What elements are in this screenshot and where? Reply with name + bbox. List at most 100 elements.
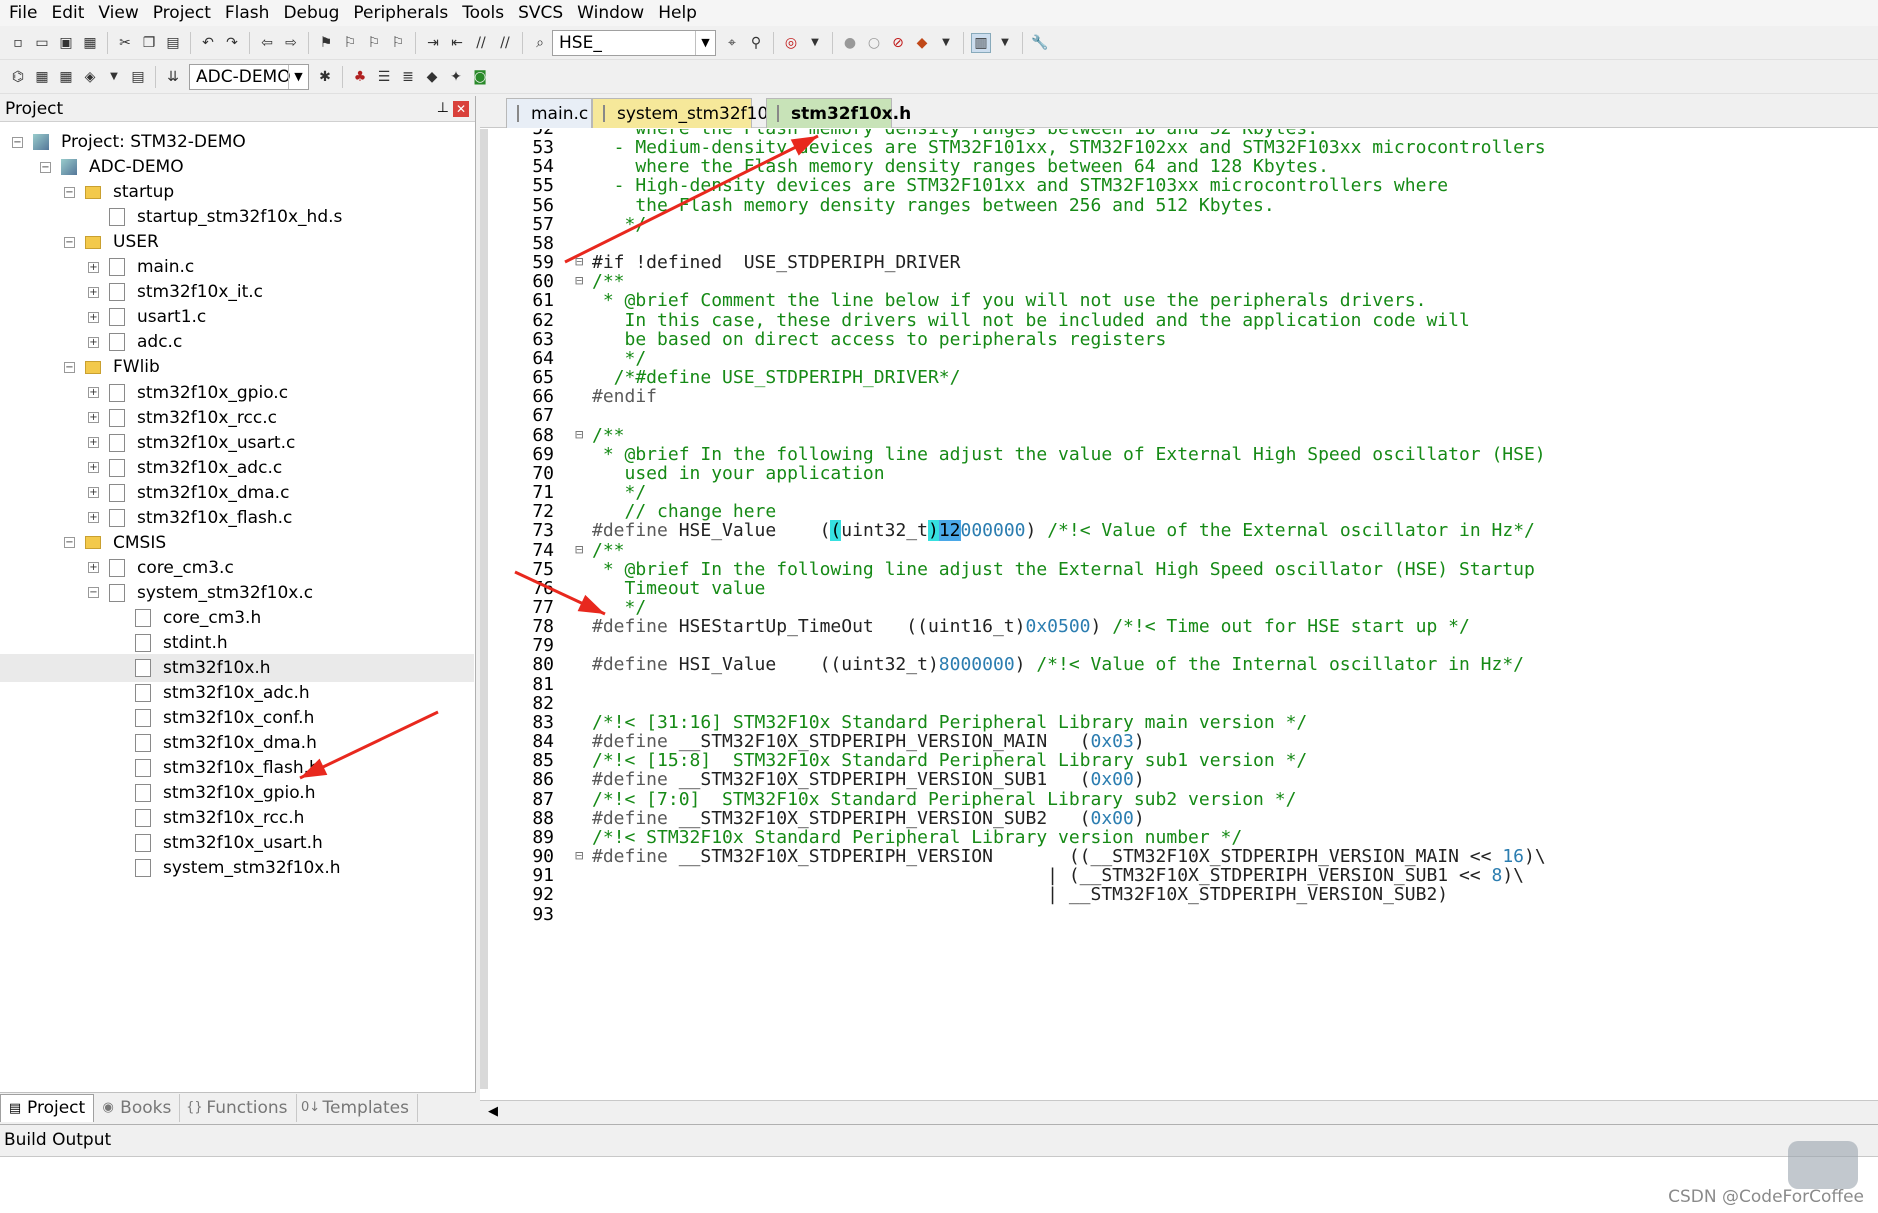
undo-icon[interactable]: ↶ [198, 33, 218, 53]
menu-peripherals[interactable]: Peripherals [348, 0, 457, 26]
target-combo[interactable]: ADC-DEMO ▼ [189, 63, 309, 90]
collapse-icon[interactable]: − [64, 186, 75, 198]
save-icon[interactable]: ▣ [56, 33, 76, 53]
collapse-icon[interactable]: − [64, 361, 75, 373]
open-file-icon[interactable]: ▭ [32, 33, 52, 53]
collapse-icon[interactable]: − [88, 587, 99, 599]
menu-svcs[interactable]: SVCS [513, 0, 572, 26]
menu-help[interactable]: Help [653, 0, 706, 26]
tree-item[interactable]: stm32f10x_dma.h [114, 729, 317, 757]
expand-icon[interactable]: + [88, 412, 99, 424]
kill-breakpoints-icon[interactable]: ⊘ [888, 33, 908, 53]
pack-installer-icon[interactable]: ≣ [398, 67, 418, 87]
expand-icon[interactable]: + [88, 261, 99, 273]
translate-icon[interactable]: ⌬ [8, 67, 28, 87]
tree-item[interactable]: − FWlib [64, 353, 160, 381]
tree-item[interactable]: stm32f10x_flash.h [114, 754, 320, 782]
tree-item[interactable]: − USER [64, 228, 159, 256]
chevron-down-icon[interactable]: ▼ [995, 33, 1015, 53]
download-icon[interactable]: ▤ [128, 67, 148, 87]
collapse-icon[interactable]: − [12, 136, 23, 148]
tree-item[interactable]: + stm32f10x_flash.c [88, 504, 292, 532]
tree-item[interactable]: stm32f10x_rcc.h [114, 804, 304, 832]
menu-debug[interactable]: Debug [278, 0, 348, 26]
unindent-icon[interactable]: ⇤ [447, 33, 467, 53]
prev-bookmark-icon[interactable]: ⚐ [340, 33, 360, 53]
tree-item[interactable]: + core_cm3.c [88, 554, 234, 582]
comment-icon[interactable]: // [471, 33, 491, 53]
tree-item[interactable]: + stm32f10x_usart.c [88, 429, 295, 457]
build-output-pane[interactable]: CSDN @CodeForCoffee [0, 1141, 1878, 1213]
bookmark-icon[interactable]: ⚑ [316, 33, 336, 53]
editor-tab[interactable]: stm32f10x.h [766, 98, 911, 128]
find-combo[interactable]: HSE_ ▼ [552, 29, 716, 56]
expand-icon[interactable]: + [88, 286, 99, 298]
tree-item[interactable]: + usart1.c [88, 303, 206, 331]
tree-item[interactable]: stm32f10x_gpio.h [114, 779, 315, 807]
expand-icon[interactable]: + [88, 562, 99, 574]
tree-item[interactable]: + main.c [88, 253, 194, 281]
target-options-icon[interactable]: ✱ [315, 67, 335, 87]
menu-view[interactable]: View [93, 0, 147, 26]
copy-icon[interactable]: ❐ [139, 33, 159, 53]
tree-item[interactable]: stdint.h [114, 629, 228, 657]
chevron-down-icon[interactable]: ▼ [805, 33, 825, 53]
tab-functions[interactable]: {} Functions [180, 1093, 297, 1122]
menu-file[interactable]: File [4, 0, 46, 26]
close-icon[interactable]: ✕ [453, 101, 469, 117]
expand-icon[interactable]: + [88, 512, 99, 524]
select-packs-icon[interactable]: ◆ [422, 67, 442, 87]
expand-icon[interactable]: + [88, 462, 99, 474]
tree-item[interactable]: − system_stm32f10x.c [88, 579, 313, 607]
find-icon[interactable]: ⚲ [746, 33, 766, 53]
expand-icon[interactable]: + [88, 387, 99, 398]
collapse-icon[interactable]: − [64, 236, 75, 248]
tree-item[interactable]: stm32f10x_adc.h [114, 679, 310, 707]
chevron-down-icon[interactable]: ▼ [936, 33, 956, 53]
tree-item[interactable]: core_cm3.h [114, 604, 261, 632]
expand-icon[interactable]: + [88, 311, 99, 323]
menu-flash[interactable]: Flash [220, 0, 279, 26]
debug-session-icon[interactable]: ◎ [781, 33, 801, 53]
tree-item[interactable]: system_stm32f10x.h [114, 854, 341, 882]
editor-tab[interactable]: system_stm32f10x.c [592, 98, 793, 128]
expand-icon[interactable]: + [88, 487, 99, 499]
configure-icon[interactable]: 🔧 [1030, 33, 1050, 53]
disable-breakpoint-icon[interactable]: ○ [864, 33, 884, 53]
tree-item[interactable]: + stm32f10x_gpio.c [88, 379, 288, 407]
menu-project[interactable]: Project [148, 0, 220, 26]
window-layout-icon[interactable]: ▥ [971, 32, 991, 53]
tree-item[interactable]: + stm32f10x_it.c [88, 278, 263, 306]
tree-item[interactable]: + stm32f10x_rcc.c [88, 404, 277, 432]
editor-tab[interactable]: main.c [506, 98, 592, 128]
menu-edit[interactable]: Edit [46, 0, 93, 26]
tree-item[interactable]: − ADC-DEMO [40, 153, 184, 181]
file-extensions-icon[interactable]: ☰ [374, 67, 394, 87]
pin-icon[interactable]: ⊥ [437, 100, 449, 116]
chevron-down-icon[interactable]: ▼ [104, 67, 124, 87]
batch-build-icon[interactable]: ◈ [80, 67, 100, 87]
tree-item[interactable]: stm32f10x_conf.h [114, 704, 314, 732]
tree-item[interactable]: + adc.c [88, 328, 182, 356]
tree-item[interactable]: + stm32f10x_adc.c [88, 454, 282, 482]
menu-window[interactable]: Window [572, 0, 653, 26]
build-icon[interactable]: ▦ [32, 67, 52, 87]
collapse-icon[interactable]: − [64, 537, 75, 549]
redo-icon[interactable]: ↷ [222, 33, 242, 53]
tree-item[interactable]: − startup [64, 178, 174, 206]
paste-icon[interactable]: ▤ [163, 33, 183, 53]
rebuild-icon[interactable]: ▦ [56, 67, 76, 87]
save-all-icon[interactable]: ▦ [80, 33, 100, 53]
clear-bookmarks-icon[interactable]: ⚐ [388, 33, 408, 53]
expand-icon[interactable]: + [88, 437, 99, 449]
next-bookmark-icon[interactable]: ⚐ [364, 33, 384, 53]
code-editor[interactable]: 52 where the Flash memory density ranges… [480, 129, 1878, 1089]
chevron-down-icon[interactable]: ▼ [695, 30, 715, 55]
run-time-env-icon[interactable]: ✦ [446, 67, 466, 87]
tree-item[interactable]: − CMSIS [64, 529, 166, 557]
find-in-files-icon[interactable]: ⌕ [530, 33, 550, 53]
disable-all-breakpoints-icon[interactable]: ◆ [912, 33, 932, 53]
tree-item[interactable]: stm32f10x.h [0, 654, 474, 683]
tree-item[interactable]: startup_stm32f10x_hd.s [88, 203, 342, 231]
new-file-icon[interactable]: ▫ [8, 33, 28, 53]
